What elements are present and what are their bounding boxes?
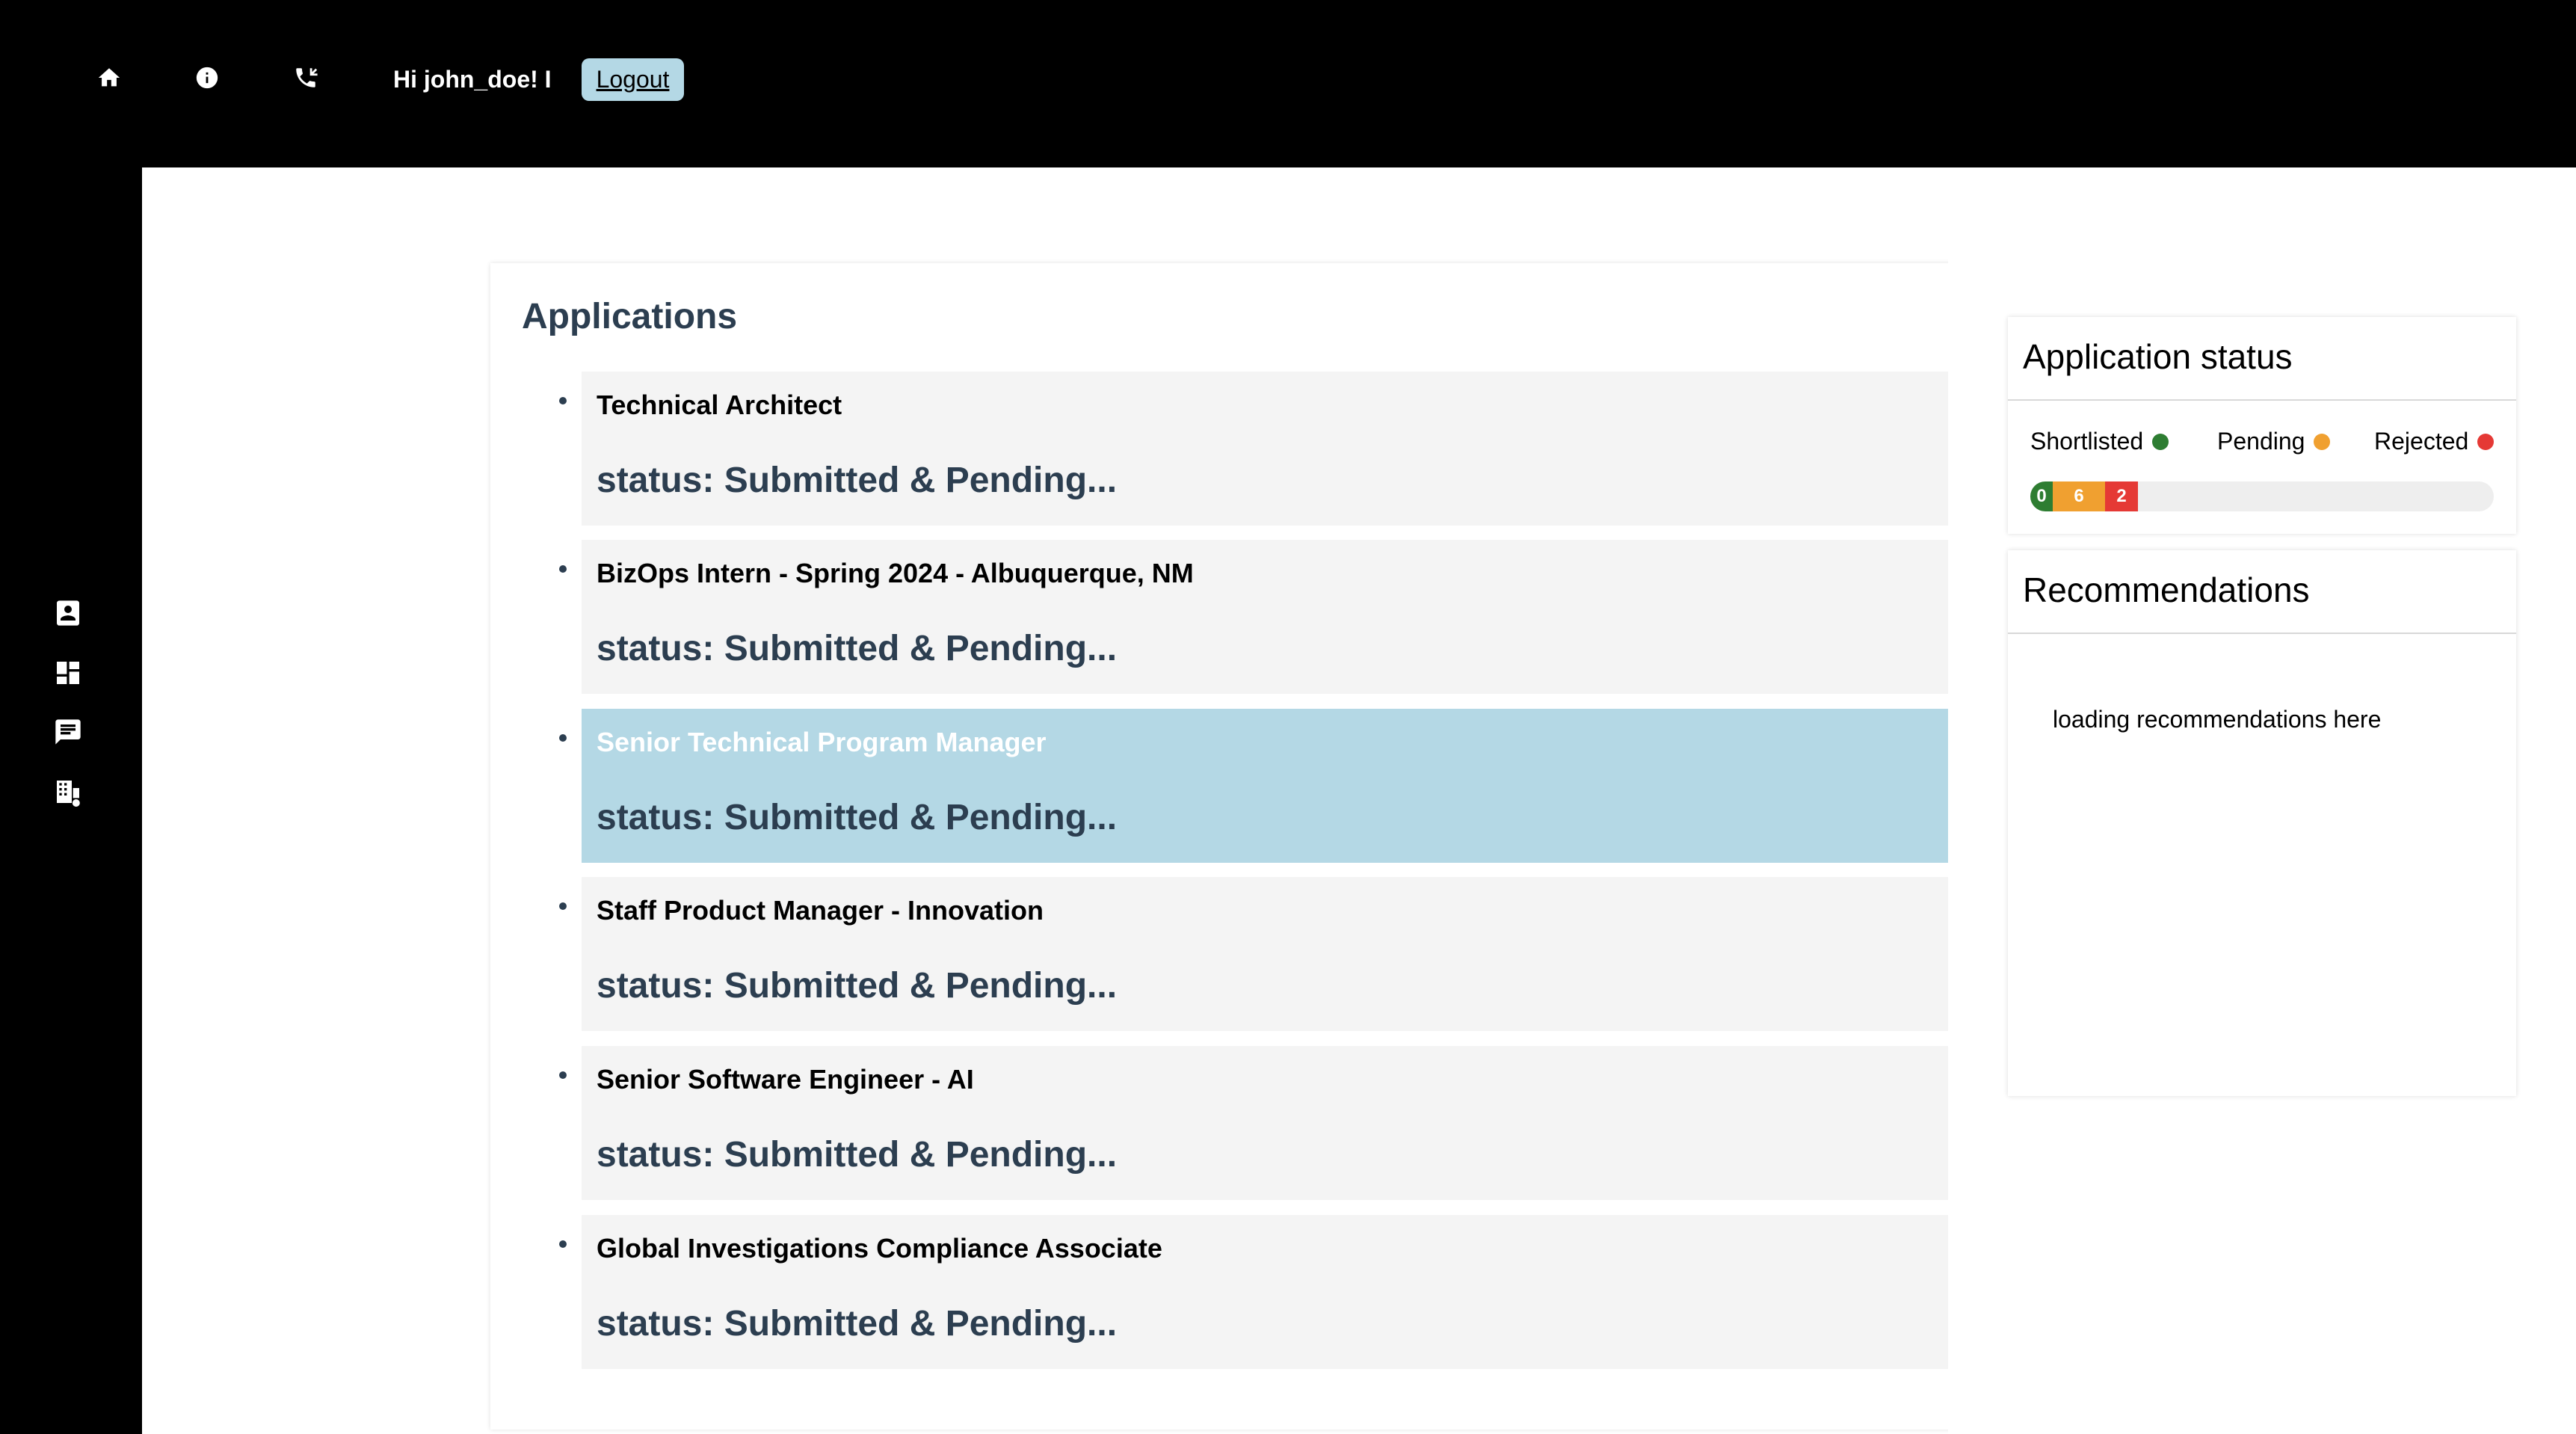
phone-callback-icon[interactable] (291, 63, 321, 93)
recommendations-card: Recommendations loading recommendations … (2008, 550, 2516, 1096)
application-status-title: Application status (2023, 337, 2293, 376)
legend-shortlisted: Shortlisted (2030, 428, 2169, 455)
company-icon[interactable] (52, 776, 84, 807)
recommendations-title: Recommendations (2023, 570, 2310, 609)
applications-title: Applications (522, 297, 738, 336)
shortlisted-dot-icon (2152, 433, 2169, 450)
application-status-text: status: Submitted & Pending... (597, 461, 1118, 500)
divider (2008, 633, 2516, 634)
dashboard-icon[interactable] (52, 657, 84, 689)
legend-rejected: Rejected (2374, 428, 2495, 455)
legend-label: Rejected (2374, 428, 2469, 455)
info-icon[interactable] (192, 63, 222, 93)
rejected-dot-icon (2477, 433, 2495, 450)
list-bullet (559, 734, 567, 742)
job-title: Staff Product Manager - Innovation (597, 895, 1044, 926)
main-content: Applications Technical Architect status:… (142, 167, 1948, 1434)
application-status-text: status: Submitted & Pending... (597, 1304, 1118, 1344)
list-bullet (559, 565, 567, 573)
job-title: Technical Architect (597, 390, 842, 420)
rejected-segment: 2 (2105, 481, 2138, 511)
home-icon[interactable] (94, 63, 124, 93)
application-item[interactable]: Staff Product Manager - Innovation statu… (559, 877, 1948, 1031)
shortlisted-segment: 0 (2030, 481, 2053, 511)
logout-button[interactable]: Logout (582, 58, 684, 101)
legend-label: Pending (2217, 428, 2305, 455)
application-status-text: status: Submitted & Pending... (597, 629, 1118, 668)
recommendations-loading-text: loading recommendations here (2053, 706, 2382, 733)
application-item[interactable]: Technical Architect status: Submitted & … (559, 372, 1948, 526)
status-progress-bar: 0 6 2 (2030, 481, 2494, 511)
application-item-selected[interactable]: Senior Technical Program Manager status:… (559, 709, 1948, 863)
pending-segment: 6 (2053, 481, 2105, 511)
legend-label: Shortlisted (2030, 428, 2144, 455)
list-bullet (559, 902, 567, 910)
application-status-card: Application status Shortlisted Pending R… (2008, 317, 2516, 534)
application-item[interactable]: BizOps Intern - Spring 2024 - Albuquerqu… (559, 540, 1948, 694)
legend-pending: Pending (2217, 428, 2331, 455)
applications-card: Applications Technical Architect status:… (490, 263, 1948, 1430)
job-title: Global Investigations Compliance Associa… (597, 1233, 1162, 1264)
chat-icon[interactable] (52, 716, 84, 748)
application-status-text: status: Submitted & Pending... (597, 798, 1118, 837)
application-item[interactable]: Senior Software Engineer - AI status: Su… (559, 1046, 1948, 1200)
job-title: BizOps Intern - Spring 2024 - Albuquerqu… (597, 558, 1194, 588)
list-bullet (559, 1071, 567, 1079)
right-panel: Application status Shortlisted Pending R… (1948, 167, 2576, 1434)
pending-dot-icon (2314, 433, 2331, 450)
application-item[interactable]: Global Investigations Compliance Associa… (559, 1215, 1948, 1369)
job-title: Senior Software Engineer - AI (597, 1064, 974, 1095)
job-title: Senior Technical Program Manager (597, 727, 1047, 757)
left-sidebar (0, 167, 142, 1434)
application-status-text: status: Submitted & Pending... (597, 1135, 1118, 1175)
user-greeting: Hi john_doe! I (393, 66, 552, 93)
list-bullet (559, 1240, 567, 1248)
top-navigation-bar: Hi john_doe! I Logout (0, 0, 2576, 167)
contact-card-icon[interactable] (52, 597, 84, 629)
list-bullet (559, 397, 567, 404)
divider (2008, 399, 2516, 401)
application-status-text: status: Submitted & Pending... (597, 966, 1118, 1006)
